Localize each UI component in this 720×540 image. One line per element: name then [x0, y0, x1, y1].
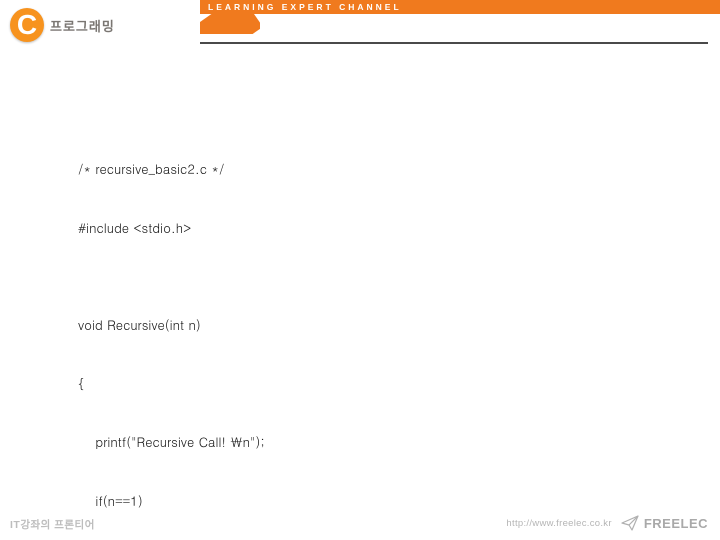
slide-page: LEARNING EXPERT CHANNEL C 프로그래밍 /* recur…	[0, 0, 720, 540]
paper-plane-icon	[620, 514, 640, 532]
code-line: if(n==1)	[78, 491, 580, 511]
code-line: /* recursive_basic2.c */	[78, 159, 580, 179]
code-block: /* recursive_basic2.c */ #include <stdio…	[78, 120, 580, 540]
footer-right: http://www.freelec.co.kr FREELEC	[506, 514, 708, 532]
header-tagline-bar: LEARNING EXPERT CHANNEL	[200, 0, 720, 14]
code-line: #include <stdio.h>	[78, 218, 580, 238]
header-underline	[200, 42, 708, 44]
brand-name: FREELEC	[644, 516, 708, 531]
footer: IT강좌의 프론티어 http://www.freelec.co.kr FREE…	[10, 514, 708, 532]
code-line: void Recursive(int n)	[78, 315, 580, 335]
header: LEARNING EXPERT CHANNEL C 프로그래밍	[0, 0, 720, 44]
brand-logo: FREELEC	[620, 514, 708, 532]
logo-c-badge: C	[10, 8, 44, 42]
footer-url: http://www.freelec.co.kr	[506, 518, 611, 529]
code-line: {	[78, 374, 580, 394]
code-line: printf("Recursive Call! ₩n");	[78, 432, 580, 452]
logo-text: 프로그래밍	[50, 16, 115, 35]
header-tagline: LEARNING EXPERT CHANNEL	[208, 2, 402, 12]
logo: C 프로그래밍	[10, 8, 115, 42]
footer-slogan: IT강좌의 프론티어	[10, 517, 95, 532]
header-slope-decoration	[200, 14, 260, 34]
